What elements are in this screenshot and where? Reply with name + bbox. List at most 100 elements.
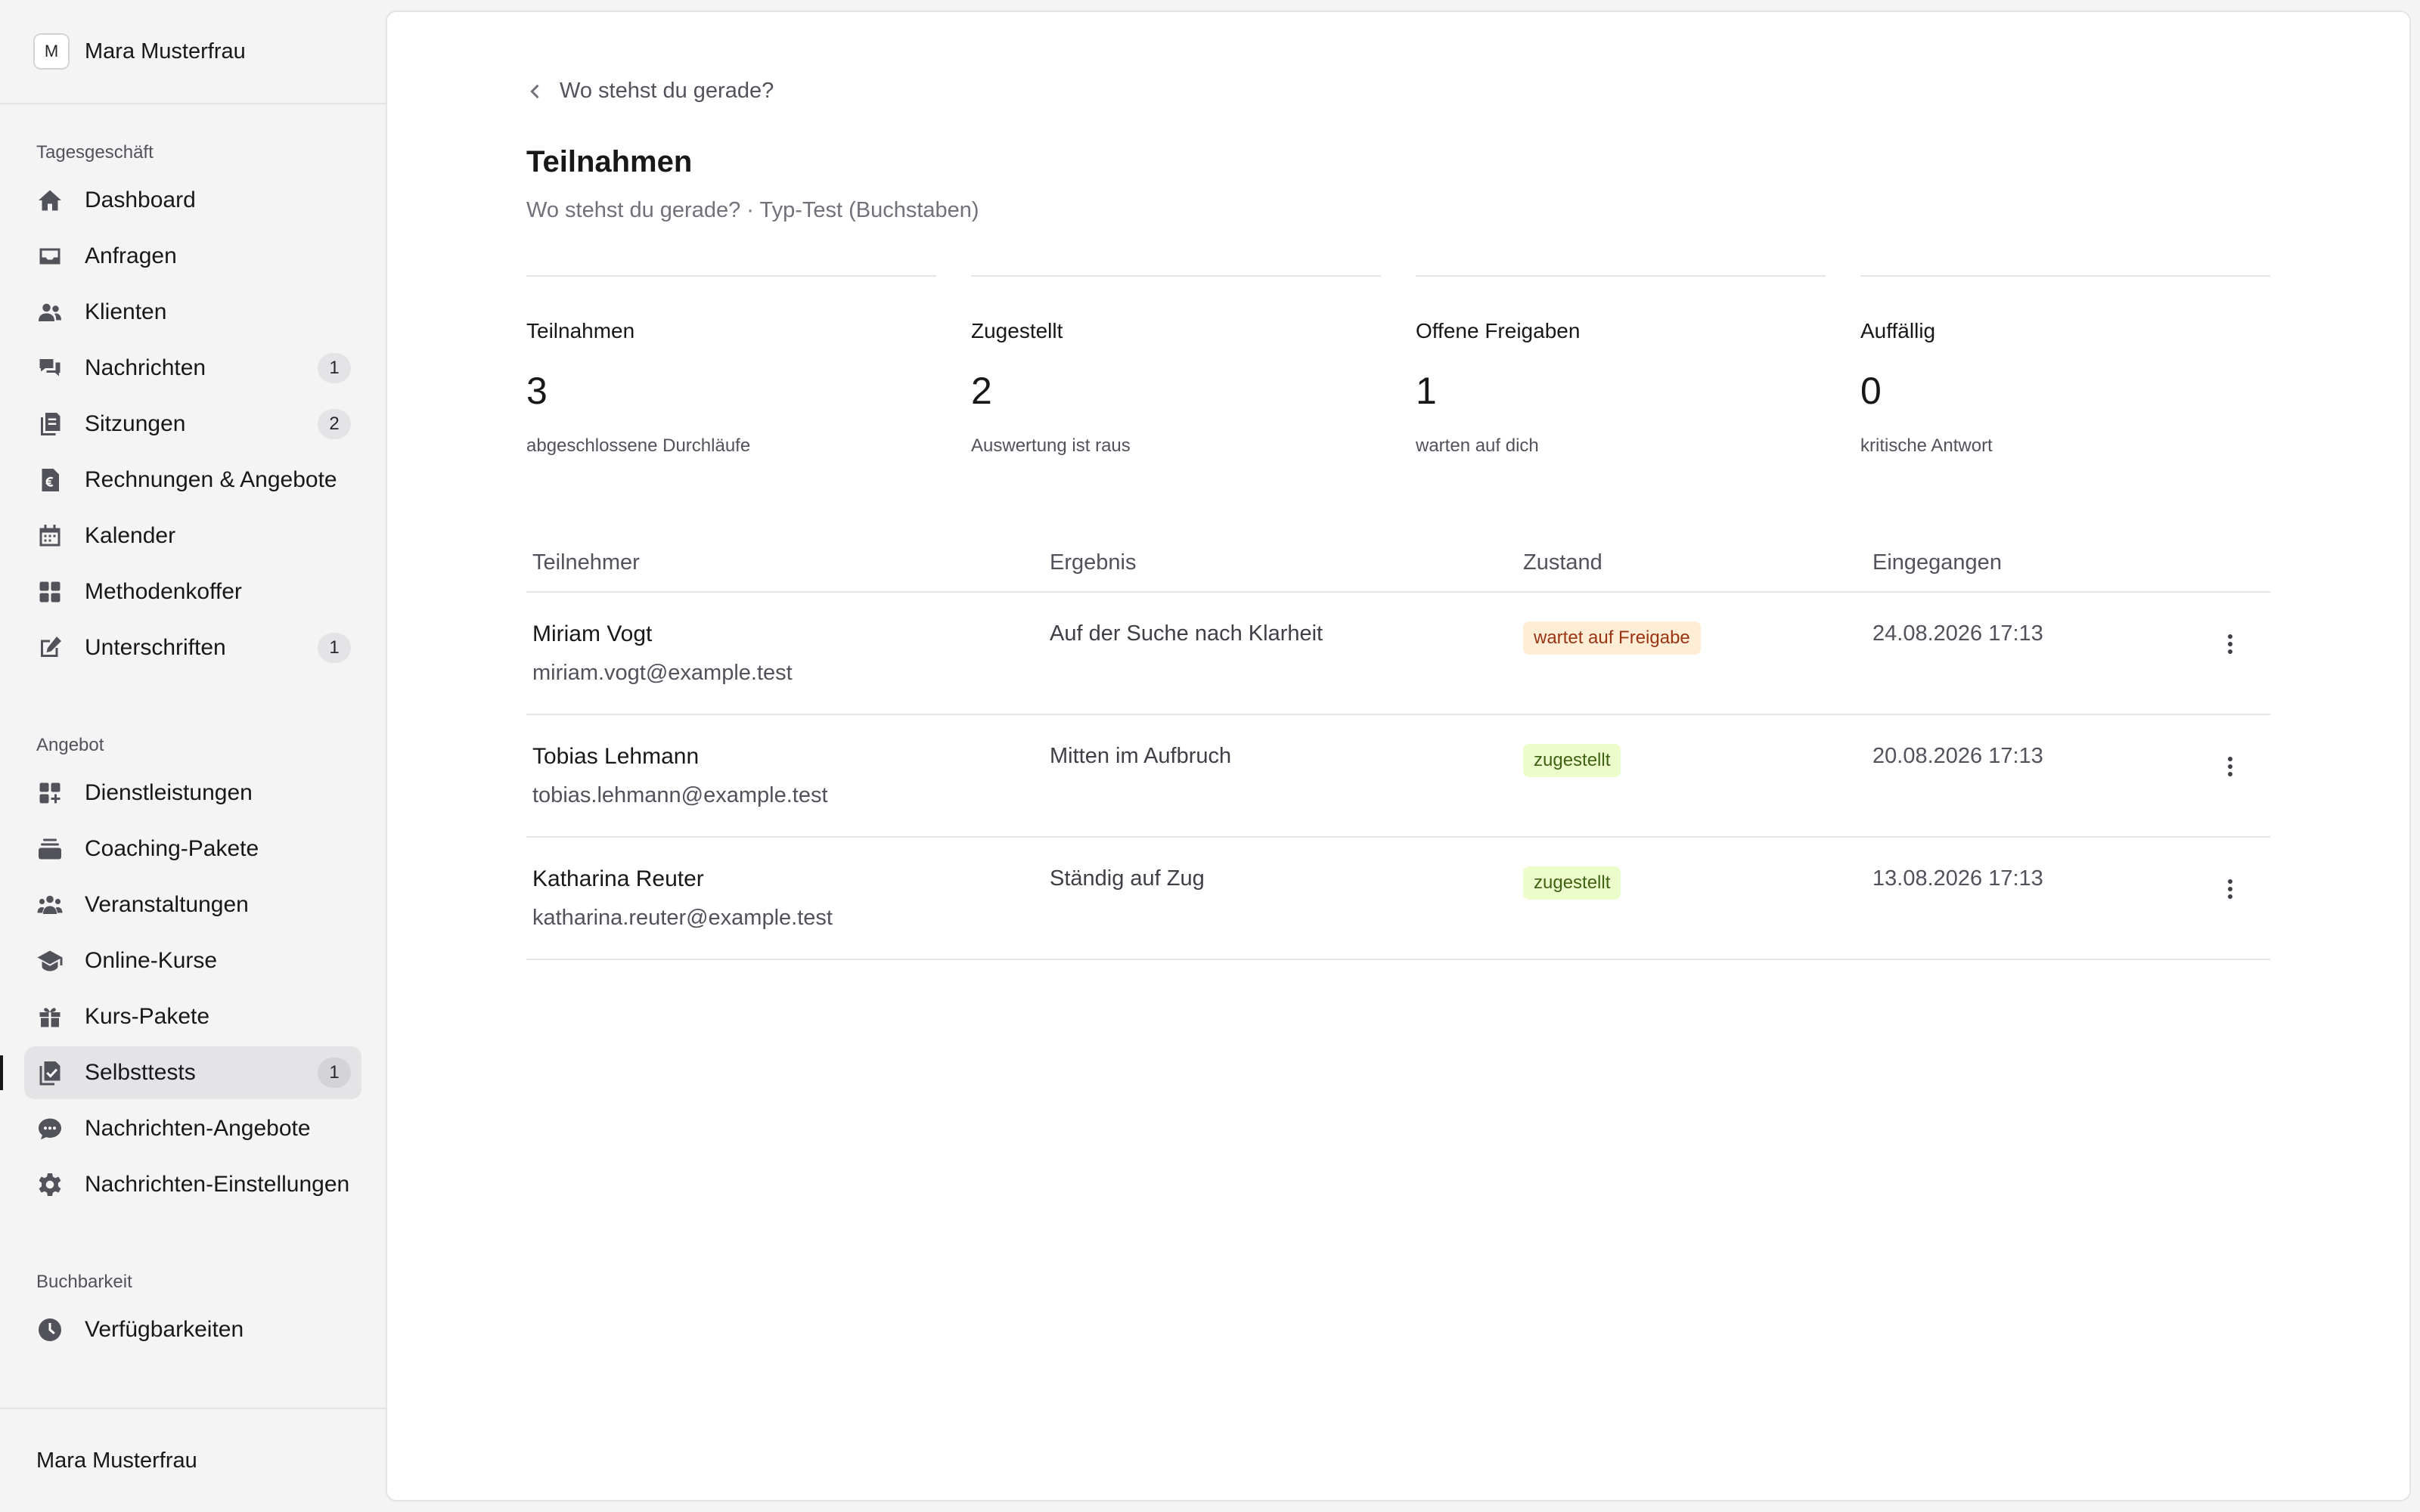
sidebar-item-label: Verfügbarkeiten (85, 1317, 244, 1342)
sidebar-item-unterschriften[interactable]: Unterschriften 1 (24, 621, 361, 674)
sidebar-item-sitzungen[interactable]: Sitzungen 2 (24, 398, 361, 451)
sidebar-item-nachrichten-einstellungen[interactable]: Nachrichten-Einstellungen (24, 1158, 361, 1211)
table-row[interactable]: Katharina Reuter katharina.reuter@exampl… (526, 838, 2270, 960)
status-badge: zugestellt (1523, 866, 1621, 900)
participant-cell: Katharina Reuter katharina.reuter@exampl… (526, 838, 1050, 959)
count-badge: 2 (318, 409, 351, 439)
chevron-left-icon (530, 84, 539, 98)
table-row[interactable]: Miriam Vogt miriam.vogt@example.test Auf… (526, 593, 2270, 715)
table-body: Miriam Vogt miriam.vogt@example.test Auf… (526, 593, 2270, 960)
stat-label: Auffällig (1860, 319, 1936, 342)
row-actions-button[interactable] (2214, 627, 2247, 661)
sidebar-item-anfragen[interactable]: Anfragen (24, 230, 361, 283)
stat-value: 2 (971, 370, 992, 412)
sidebar-nav: Tagesgeschäft Dashboard Anfragen Kliente… (0, 106, 386, 1406)
sidebar-item-nachrichten-angebote[interactable]: Nachrichten-Angebote (24, 1102, 361, 1155)
sidebar-section-label: Buchbarkeit (36, 1272, 132, 1292)
received-date: 20.08.2026 17:13 (1872, 744, 2043, 768)
footer-user-name: Mara Musterfrau (36, 1448, 197, 1473)
sidebar-item-methodenkoffer[interactable]: Methodenkoffer (24, 565, 361, 618)
sidebar-item-label: Coaching-Pakete (85, 836, 259, 861)
table-row[interactable]: Tobias Lehmann tobias.lehmann@example.te… (526, 715, 2270, 838)
sidebar-item-label: Unterschriften (85, 635, 226, 660)
calendar-icon (36, 522, 64, 550)
sidebar-item-kalender[interactable]: Kalender (24, 510, 361, 562)
sidebar-item-label: Selbsttests (85, 1060, 196, 1085)
page-title: Teilnahmen (526, 145, 693, 178)
count-badge: 1 (318, 1058, 351, 1088)
more-vertical-icon (2228, 757, 2232, 776)
more-vertical-icon (2228, 634, 2232, 654)
actions-cell (2190, 715, 2270, 836)
sidebar-header[interactable]: M Mara Musterfrau (0, 0, 386, 104)
back-link-label: Wo stehst du gerade? (560, 79, 774, 103)
sidebar-item-label: Methodenkoffer (85, 579, 242, 604)
stat-label: Zugestellt (971, 319, 1063, 342)
stat-card: Offene Freigaben 1 warten auf dich (1416, 275, 1826, 487)
inbox-icon (36, 243, 64, 270)
graduation-cap-icon (36, 947, 64, 974)
sidebar-item-label: Dienstleistungen (85, 780, 253, 805)
result-cell: Auf der Suche nach Klarheit (1050, 593, 1523, 714)
stat-value: 0 (1860, 370, 1882, 412)
participant-name: Miriam Vogt (532, 621, 653, 646)
sidebar-item-klienten[interactable]: Klienten (24, 286, 361, 339)
received-date: 24.08.2026 17:13 (1872, 621, 2043, 646)
main-panel: Wo stehst du gerade? Teilnahmen Wo stehs… (386, 11, 2411, 1501)
edit-icon (36, 634, 64, 662)
sidebar-item-dashboard[interactable]: Dashboard (24, 174, 361, 227)
stat-caption: kritische Antwort (1860, 435, 1993, 456)
sidebar-item-label: Nachrichten-Einstellungen (85, 1172, 350, 1197)
result-cell: Ständig auf Zug (1050, 838, 1523, 959)
sidebar-footer-user[interactable]: Mara Musterfrau (0, 1408, 386, 1512)
stat-label: Offene Freigaben (1416, 319, 1581, 342)
sidebar-item-label: Kurs-Pakete (85, 1004, 210, 1029)
gear-icon (36, 1171, 64, 1198)
row-actions-button[interactable] (2214, 750, 2247, 783)
sidebar-item-rechnungen-und-angebote[interactable]: Rechnungen & Angebote (24, 454, 361, 507)
sidebar-item-kurs-pakete[interactable]: Kurs-Pakete (24, 990, 361, 1043)
date-cell: 13.08.2026 17:13 (1872, 838, 2190, 959)
count-badge: 1 (318, 633, 351, 663)
avatar: M (33, 33, 70, 70)
participants-table: Teilnehmer Ergebnis Zustand Eingegangen … (526, 534, 2270, 960)
date-cell: 24.08.2026 17:13 (1872, 593, 2190, 714)
participant-email: miriam.vogt@example.test (532, 661, 793, 685)
sidebar-item-label: Rechnungen & Angebote (85, 467, 337, 492)
status-cell: zugestellt (1523, 838, 1872, 959)
count-badge: 1 (318, 353, 351, 383)
actions-cell (2190, 593, 2270, 714)
sidebar-item-nachrichten[interactable]: Nachrichten 1 (24, 342, 361, 395)
back-link[interactable]: Wo stehst du gerade? (525, 79, 774, 104)
grid-icon (36, 578, 64, 606)
sidebar-section-label: Angebot (36, 735, 104, 755)
stat-card: Teilnahmen 3 abgeschlossene Durchläufe (526, 275, 936, 487)
home-icon (36, 187, 64, 214)
result-cell: Mitten im Aufbruch (1050, 715, 1523, 836)
workspace-name: Mara Musterfrau (85, 39, 246, 64)
sidebar-item-online-kurse[interactable]: Online-Kurse (24, 934, 361, 987)
column-header: Eingegangen (1872, 550, 2002, 575)
sidebar: M Mara Musterfrau Tagesgeschäft Dashboar… (0, 0, 386, 1512)
sidebar-item-label: Nachrichten (85, 355, 206, 380)
users-icon (36, 299, 64, 326)
row-actions-button[interactable] (2214, 872, 2247, 906)
column-header: Ergebnis (1050, 550, 1137, 575)
gift-icon (36, 1003, 64, 1030)
sidebar-item-label: Veranstaltungen (85, 892, 249, 917)
sidebar-item-coaching-pakete[interactable]: Coaching-Pakete (24, 823, 361, 875)
table-header: Teilnehmer Ergebnis Zustand Eingegangen (526, 534, 2270, 593)
sidebar-item-veranstaltungen[interactable]: Veranstaltungen (24, 878, 361, 931)
stat-caption: warten auf dich (1416, 435, 1539, 456)
sidebar-section-label: Tagesgeschäft (36, 142, 154, 163)
sidebar-item-label: Nachrichten-Angebote (85, 1116, 311, 1141)
participant-cell: Tobias Lehmann tobias.lehmann@example.te… (526, 715, 1050, 836)
chat-icon (36, 355, 64, 382)
stats-row: Teilnahmen 3 abgeschlossene Durchläufe Z… (526, 275, 2270, 487)
sidebar-item-selbsttests[interactable]: Selbsttests 1 (0, 1046, 361, 1099)
sidebar-item-label: Kalender (85, 523, 176, 548)
date-cell: 20.08.2026 17:13 (1872, 715, 2190, 836)
status-badge: wartet auf Freigabe (1523, 621, 1701, 655)
sidebar-item-dienstleistungen[interactable]: Dienstleistungen (24, 767, 361, 820)
sidebar-item-verfügbarkeiten[interactable]: Verfügbarkeiten (24, 1303, 361, 1356)
